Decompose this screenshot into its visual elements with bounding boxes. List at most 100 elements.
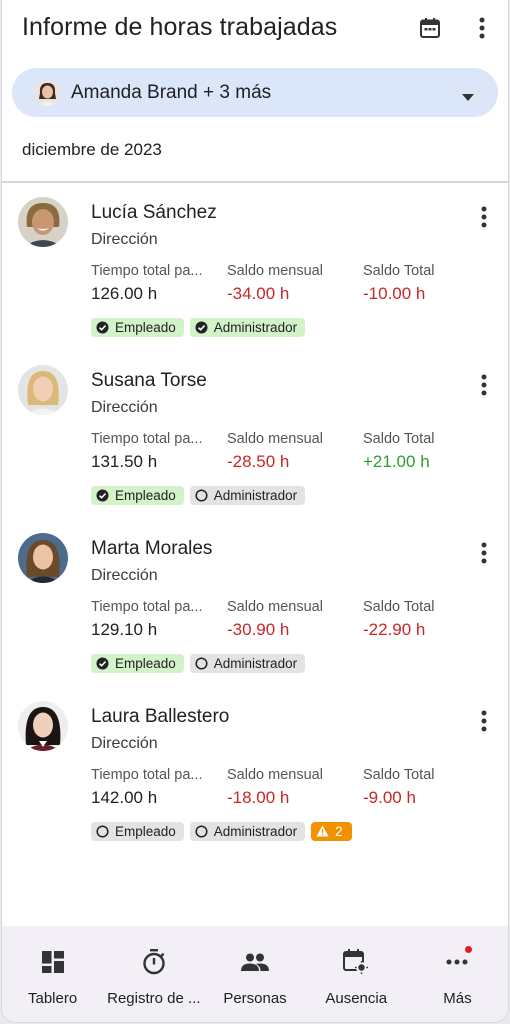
stat-value: -22.90 h bbox=[363, 620, 426, 639]
avatar bbox=[18, 701, 68, 751]
avatar bbox=[18, 365, 68, 415]
nav-label: Tablero bbox=[28, 990, 78, 1007]
stat-balance: Saldo Total +21.00 h bbox=[363, 431, 493, 472]
stat-total: Tiempo total pa... 126.00 h bbox=[91, 263, 221, 304]
more-vert-icon[interactable] bbox=[466, 12, 498, 44]
calendar-sun-icon bbox=[342, 948, 370, 976]
badge-label: Administrador bbox=[213, 320, 298, 335]
employee-card[interactable]: Lucía Sánchez Dirección Tiempo total pa.… bbox=[2, 184, 508, 344]
period-label: diciembre de 2023 bbox=[22, 140, 162, 159]
badge-label: Empleado bbox=[115, 488, 176, 503]
role-badges: Empleado Administrador 2 bbox=[91, 822, 352, 841]
employee-card[interactable]: Susana Torse Dirección Tiempo total pa..… bbox=[2, 352, 508, 512]
badge-label: Empleado bbox=[115, 320, 176, 335]
app-screen: Informe de horas trabajadas Amanda Brand… bbox=[2, 0, 508, 1022]
badge-label: Administrador bbox=[213, 824, 298, 839]
timer-icon bbox=[140, 948, 168, 976]
stat-label: Saldo Total bbox=[363, 599, 435, 615]
stat-monthly: Saldo mensual -28.50 h bbox=[227, 431, 357, 472]
bottom-navigation: Tablero Registro de ... Personas Ausenci… bbox=[2, 926, 508, 1022]
role-badges: Empleado Administrador bbox=[91, 318, 306, 337]
employee-department: Dirección bbox=[91, 567, 158, 584]
circle-outline-icon bbox=[195, 657, 208, 670]
stat-monthly: Saldo mensual -30.90 h bbox=[227, 599, 357, 640]
badge-employee: Empleado bbox=[91, 318, 184, 337]
more-vert-icon[interactable] bbox=[472, 540, 496, 566]
employee-card[interactable]: Laura Ballestero Dirección Tiempo total … bbox=[2, 688, 508, 848]
nav-label: Registro de ... bbox=[107, 990, 201, 1007]
nav-label: Más bbox=[443, 990, 472, 1007]
stat-value: -10.00 h bbox=[363, 284, 426, 303]
badge-label: Administrador bbox=[213, 656, 298, 671]
nav-item-registro[interactable]: Registro de ... bbox=[103, 926, 204, 1022]
badge-label: Empleado bbox=[115, 824, 176, 839]
people-selector[interactable]: Amanda Brand + 3 más bbox=[12, 68, 498, 117]
stat-label: Saldo Total bbox=[363, 767, 435, 783]
stat-value: +21.00 h bbox=[363, 452, 430, 471]
warning-icon bbox=[316, 825, 329, 838]
stat-label: Saldo mensual bbox=[227, 767, 323, 783]
stat-value: -18.00 h bbox=[227, 788, 290, 807]
stat-label: Tiempo total pa... bbox=[91, 599, 203, 615]
stat-value: -28.50 h bbox=[227, 452, 290, 471]
employee-name: Laura Ballestero bbox=[91, 706, 230, 727]
stat-label: Saldo mensual bbox=[227, 431, 323, 447]
stat-total: Tiempo total pa... 142.00 h bbox=[91, 767, 221, 808]
badge-admin: Administrador bbox=[189, 318, 306, 337]
calendar-icon[interactable] bbox=[414, 12, 446, 44]
employee-department: Dirección bbox=[91, 399, 158, 416]
stat-monthly: Saldo mensual -34.00 h bbox=[227, 263, 357, 304]
circle-outline-icon bbox=[195, 489, 208, 502]
app-bar: Informe de horas trabajadas bbox=[2, 0, 508, 60]
role-badges: Empleado Administrador bbox=[91, 486, 306, 505]
stat-label: Tiempo total pa... bbox=[91, 767, 203, 783]
employee-name: Susana Torse bbox=[91, 370, 207, 391]
more-vert-icon[interactable] bbox=[472, 708, 496, 734]
stat-balance: Saldo Total -10.00 h bbox=[363, 263, 493, 304]
page-title: Informe de horas trabajadas bbox=[22, 13, 338, 41]
stat-label: Saldo mensual bbox=[227, 263, 323, 279]
stat-monthly: Saldo mensual -18.00 h bbox=[227, 767, 357, 808]
nav-label: Ausencia bbox=[325, 990, 388, 1007]
badge-label: Administrador bbox=[213, 488, 298, 503]
employee-department: Dirección bbox=[91, 231, 158, 248]
badge-warning[interactable]: 2 bbox=[311, 822, 352, 841]
nav-item-tablero[interactable]: Tablero bbox=[2, 926, 103, 1022]
nav-label: Personas bbox=[223, 990, 287, 1007]
employee-card[interactable]: Marta Morales Dirección Tiempo total pa.… bbox=[2, 520, 508, 680]
circle-outline-icon bbox=[96, 825, 109, 838]
stat-value: 129.10 h bbox=[91, 620, 158, 639]
stat-value: -30.90 h bbox=[227, 620, 290, 639]
people-icon bbox=[241, 948, 269, 976]
check-circle-icon bbox=[96, 489, 109, 502]
avatar bbox=[34, 79, 61, 106]
stat-total: Tiempo total pa... 131.50 h bbox=[91, 431, 221, 472]
badge-admin: Administrador bbox=[189, 654, 306, 673]
nav-item-ausencia[interactable]: Ausencia bbox=[306, 926, 407, 1022]
employee-department: Dirección bbox=[91, 735, 158, 752]
stat-value: -9.00 h bbox=[363, 788, 416, 807]
divider bbox=[2, 181, 508, 183]
badge-employee: Empleado bbox=[91, 654, 184, 673]
stat-balance: Saldo Total -9.00 h bbox=[363, 767, 493, 808]
avatar bbox=[18, 533, 68, 583]
badge-label: Empleado bbox=[115, 656, 176, 671]
stat-label: Saldo mensual bbox=[227, 599, 323, 615]
stat-label: Tiempo total pa... bbox=[91, 263, 203, 279]
avatar bbox=[18, 197, 68, 247]
nav-item-mas[interactable]: Más bbox=[407, 926, 508, 1022]
selector-label: Amanda Brand + 3 más bbox=[71, 81, 272, 103]
more-vert-icon[interactable] bbox=[472, 204, 496, 230]
check-circle-icon bbox=[96, 321, 109, 334]
badge-employee: Empleado bbox=[91, 822, 184, 841]
badge-admin: Administrador bbox=[189, 822, 306, 841]
check-circle-icon bbox=[195, 321, 208, 334]
stat-value: -34.00 h bbox=[227, 284, 290, 303]
badge-admin: Administrador bbox=[189, 486, 306, 505]
more-vert-icon[interactable] bbox=[472, 372, 496, 398]
nav-item-personas[interactable]: Personas bbox=[204, 926, 305, 1022]
employee-name: Lucía Sánchez bbox=[91, 202, 217, 223]
stat-value: 131.50 h bbox=[91, 452, 158, 471]
employee-name: Marta Morales bbox=[91, 538, 213, 559]
notification-dot bbox=[464, 946, 472, 953]
